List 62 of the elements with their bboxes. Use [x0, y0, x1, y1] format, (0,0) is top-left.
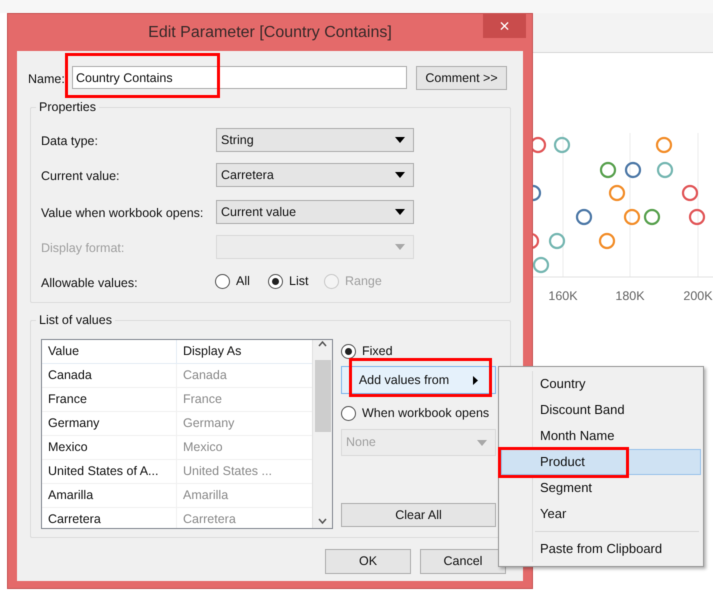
table-cell-text: Germany — [182, 415, 236, 432]
menu-item[interactable]: Month Name — [501, 423, 701, 449]
axis-label: 160K — [548, 288, 578, 305]
close-button[interactable]: × — [483, 14, 526, 38]
menu-item[interactable]: Country — [501, 371, 701, 397]
radio-label: When workbook opens — [362, 405, 490, 422]
caret-icon — [477, 440, 487, 446]
dropdown[interactable]: Carretera — [216, 163, 414, 187]
field-label: Current value: — [41, 168, 120, 185]
comment-button[interactable]: Comment >> — [416, 66, 507, 90]
menu-item[interactable]: Product — [501, 449, 701, 475]
radio-label: Fixed — [362, 343, 393, 360]
table-cell-text: Canada — [182, 367, 228, 384]
field-label: Display format: — [41, 240, 124, 257]
menu-item[interactable]: Segment — [501, 475, 701, 501]
window-title: Edit Parameter [Country Contains] — [148, 22, 392, 42]
radio-button[interactable] — [341, 406, 356, 421]
scroll-up-icon[interactable] — [318, 341, 327, 347]
table-cell-text: Amarilla — [182, 487, 230, 504]
table-cell: Germany — [42, 412, 177, 435]
radio-label: All — [236, 273, 250, 290]
table-cell: Mexico — [42, 436, 177, 459]
scrollbar[interactable] — [312, 340, 332, 528]
dropdown[interactable]: Current value — [216, 200, 414, 224]
field-label: Name: — [28, 71, 65, 88]
radio-label: List — [289, 273, 308, 290]
field-label: Value when workbook opens: — [41, 205, 204, 222]
table-cell-text: France — [182, 391, 223, 408]
caret-icon — [395, 244, 405, 250]
table-cell: Canada — [42, 364, 177, 387]
field-label: Allowable values: — [41, 275, 138, 292]
clear-all-button[interactable]: Clear All — [341, 503, 496, 527]
axis-label: 180K — [615, 288, 645, 305]
group-title: Properties — [36, 99, 99, 115]
radio-button[interactable] — [268, 274, 283, 289]
table-cell: Amarilla — [42, 484, 177, 507]
menu-item[interactable]: Discount Band — [501, 397, 701, 423]
table-cell: United States of A... — [42, 460, 177, 483]
submenu-arrow-icon — [473, 376, 478, 384]
table-cell-text: Carretera — [182, 511, 237, 528]
radio-button[interactable] — [341, 344, 356, 359]
radio-label: Range — [345, 273, 382, 290]
add-values-button[interactable]: Add values from — [341, 366, 496, 394]
scroll-down-icon[interactable] — [318, 518, 327, 524]
column-header: Value — [42, 340, 177, 363]
caret-icon — [395, 172, 405, 178]
radio-button[interactable] — [215, 274, 230, 289]
table-cell: Carretera — [42, 508, 177, 528]
name-field[interactable]: Country Contains — [72, 66, 407, 89]
dropdown[interactable]: String — [216, 128, 414, 152]
table-cell: France — [42, 388, 177, 411]
column-header: Display As — [182, 343, 242, 360]
axis-label: 200K — [683, 288, 713, 305]
cancel-button[interactable]: Cancel — [420, 549, 506, 574]
menu-item[interactable]: Year — [501, 501, 701, 527]
scrollbar-thumb[interactable] — [315, 360, 331, 432]
ok-button[interactable]: OK — [325, 549, 411, 574]
caret-icon — [395, 209, 405, 215]
table-cell-text: Mexico — [182, 439, 224, 456]
field-label: Data type: — [41, 133, 98, 150]
table-cell-text: United States ... — [182, 463, 273, 480]
caret-icon — [395, 137, 405, 143]
